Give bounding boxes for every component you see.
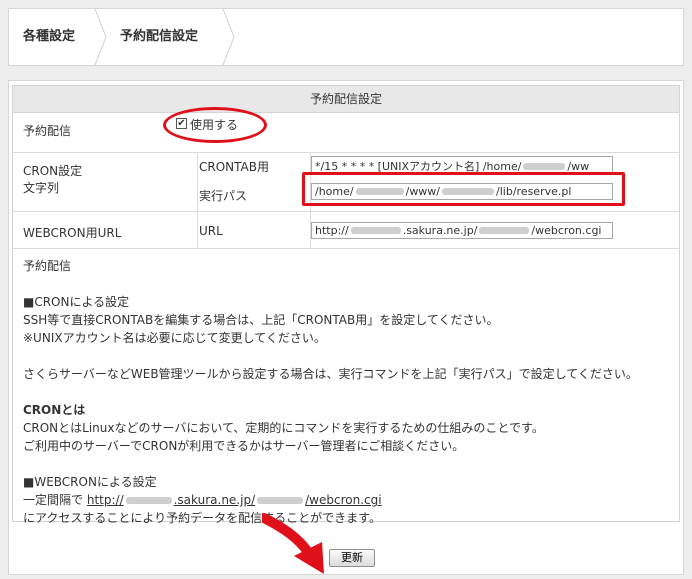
cron-label-line2: 文字列 — [23, 181, 60, 195]
annotation-ellipse — [163, 107, 267, 143]
webcron-link-part: /webcron.cgi — [305, 493, 382, 507]
description-heading: 予約配信 — [23, 259, 72, 273]
cron-section-title: ■CRONによる設定 — [23, 295, 130, 309]
annotation-rectangle — [302, 172, 625, 206]
what-is-cron-line1: CRONとはLinuxなどのサーバにおいて、定期的にコマンドを実行するための仕組… — [23, 421, 544, 435]
panel-title: 予約配信設定 — [13, 86, 679, 113]
redacted-text — [523, 163, 566, 170]
redacted-text — [350, 227, 401, 234]
cron-description-line1: SSH等で直接CRONTABを編集する場合は、上記「CRONTAB用」を設定して… — [23, 313, 499, 327]
webcron-description-line1: 一定間隔で http:// .sakura.ne.jp/ /webcron.cgi — [23, 491, 382, 508]
breadcrumb: 各種設定 予約配信設定 — [8, 8, 684, 66]
webcron-link[interactable]: http:// .sakura.ne.jp/ /webcron.cgi — [87, 493, 382, 507]
webcron-prefix-text: 一定間隔で — [23, 493, 84, 507]
what-is-cron-line2: ご利用中のサーバーでCRONが利用できるかはサーバー管理者にご相談ください。 — [23, 439, 465, 453]
row-divider — [13, 248, 679, 249]
breadcrumb-separator-icon — [94, 9, 107, 65]
webcron-url-part: .sakura.ne.jp/ — [402, 224, 478, 237]
what-is-cron-title: CRONとは — [23, 403, 86, 417]
crontab-field[interactable]: */15 * * * * [UNIXアカウント名] /home//ww — [311, 156, 613, 173]
redacted-text — [257, 497, 304, 504]
update-button[interactable]: 更新 — [329, 549, 375, 567]
cron-description-line2: ※UNIXアカウント名は必要に応じて変更してください。 — [23, 331, 326, 345]
row-divider — [13, 152, 679, 153]
settings-table: 予約配信設定 予約配信 CRON設定 文字列 CRONTAB用 */15 * *… — [12, 85, 680, 525]
redacted-text — [125, 497, 172, 504]
webcron-link-part: .sakura.ne.jp/ — [173, 493, 256, 507]
crontab-label: CRONTAB用 — [199, 160, 269, 174]
sakura-description: さくらサーバーなどWEB管理ツールから設定する場合は、実行コマンドを上記「実行パ… — [23, 367, 638, 381]
settings-panel: 予約配信設定 予約配信 CRON設定 文字列 CRONTAB用 */15 * *… — [8, 80, 684, 575]
url-label: URL — [199, 224, 223, 238]
column-divider — [197, 152, 198, 248]
webcron-url-field[interactable]: http:// .sakura.ne.jp/ /webcron.cgi — [311, 222, 613, 239]
webcron-label: WEBCRON用URL — [23, 226, 122, 240]
reserve-label: 予約配信 — [23, 124, 72, 138]
breadcrumb-separator-icon — [222, 9, 235, 65]
breadcrumb-item-settings[interactable]: 各種設定 — [23, 9, 75, 65]
redacted-text — [479, 227, 530, 234]
webcron-url-part: http:// — [315, 224, 349, 237]
webcron-url-part: /webcron.cgi — [531, 224, 602, 237]
cron-label-line1: CRON設定 — [23, 164, 83, 178]
webcron-section-title: ■WEBCRONによる設定 — [23, 475, 157, 489]
breadcrumb-item-current: 予約配信設定 — [120, 29, 199, 44]
annotation-arrow-icon — [262, 513, 324, 574]
exec-path-label: 実行パス — [199, 189, 248, 203]
row-divider — [13, 211, 679, 212]
webcron-link-part: http:// — [86, 493, 124, 507]
